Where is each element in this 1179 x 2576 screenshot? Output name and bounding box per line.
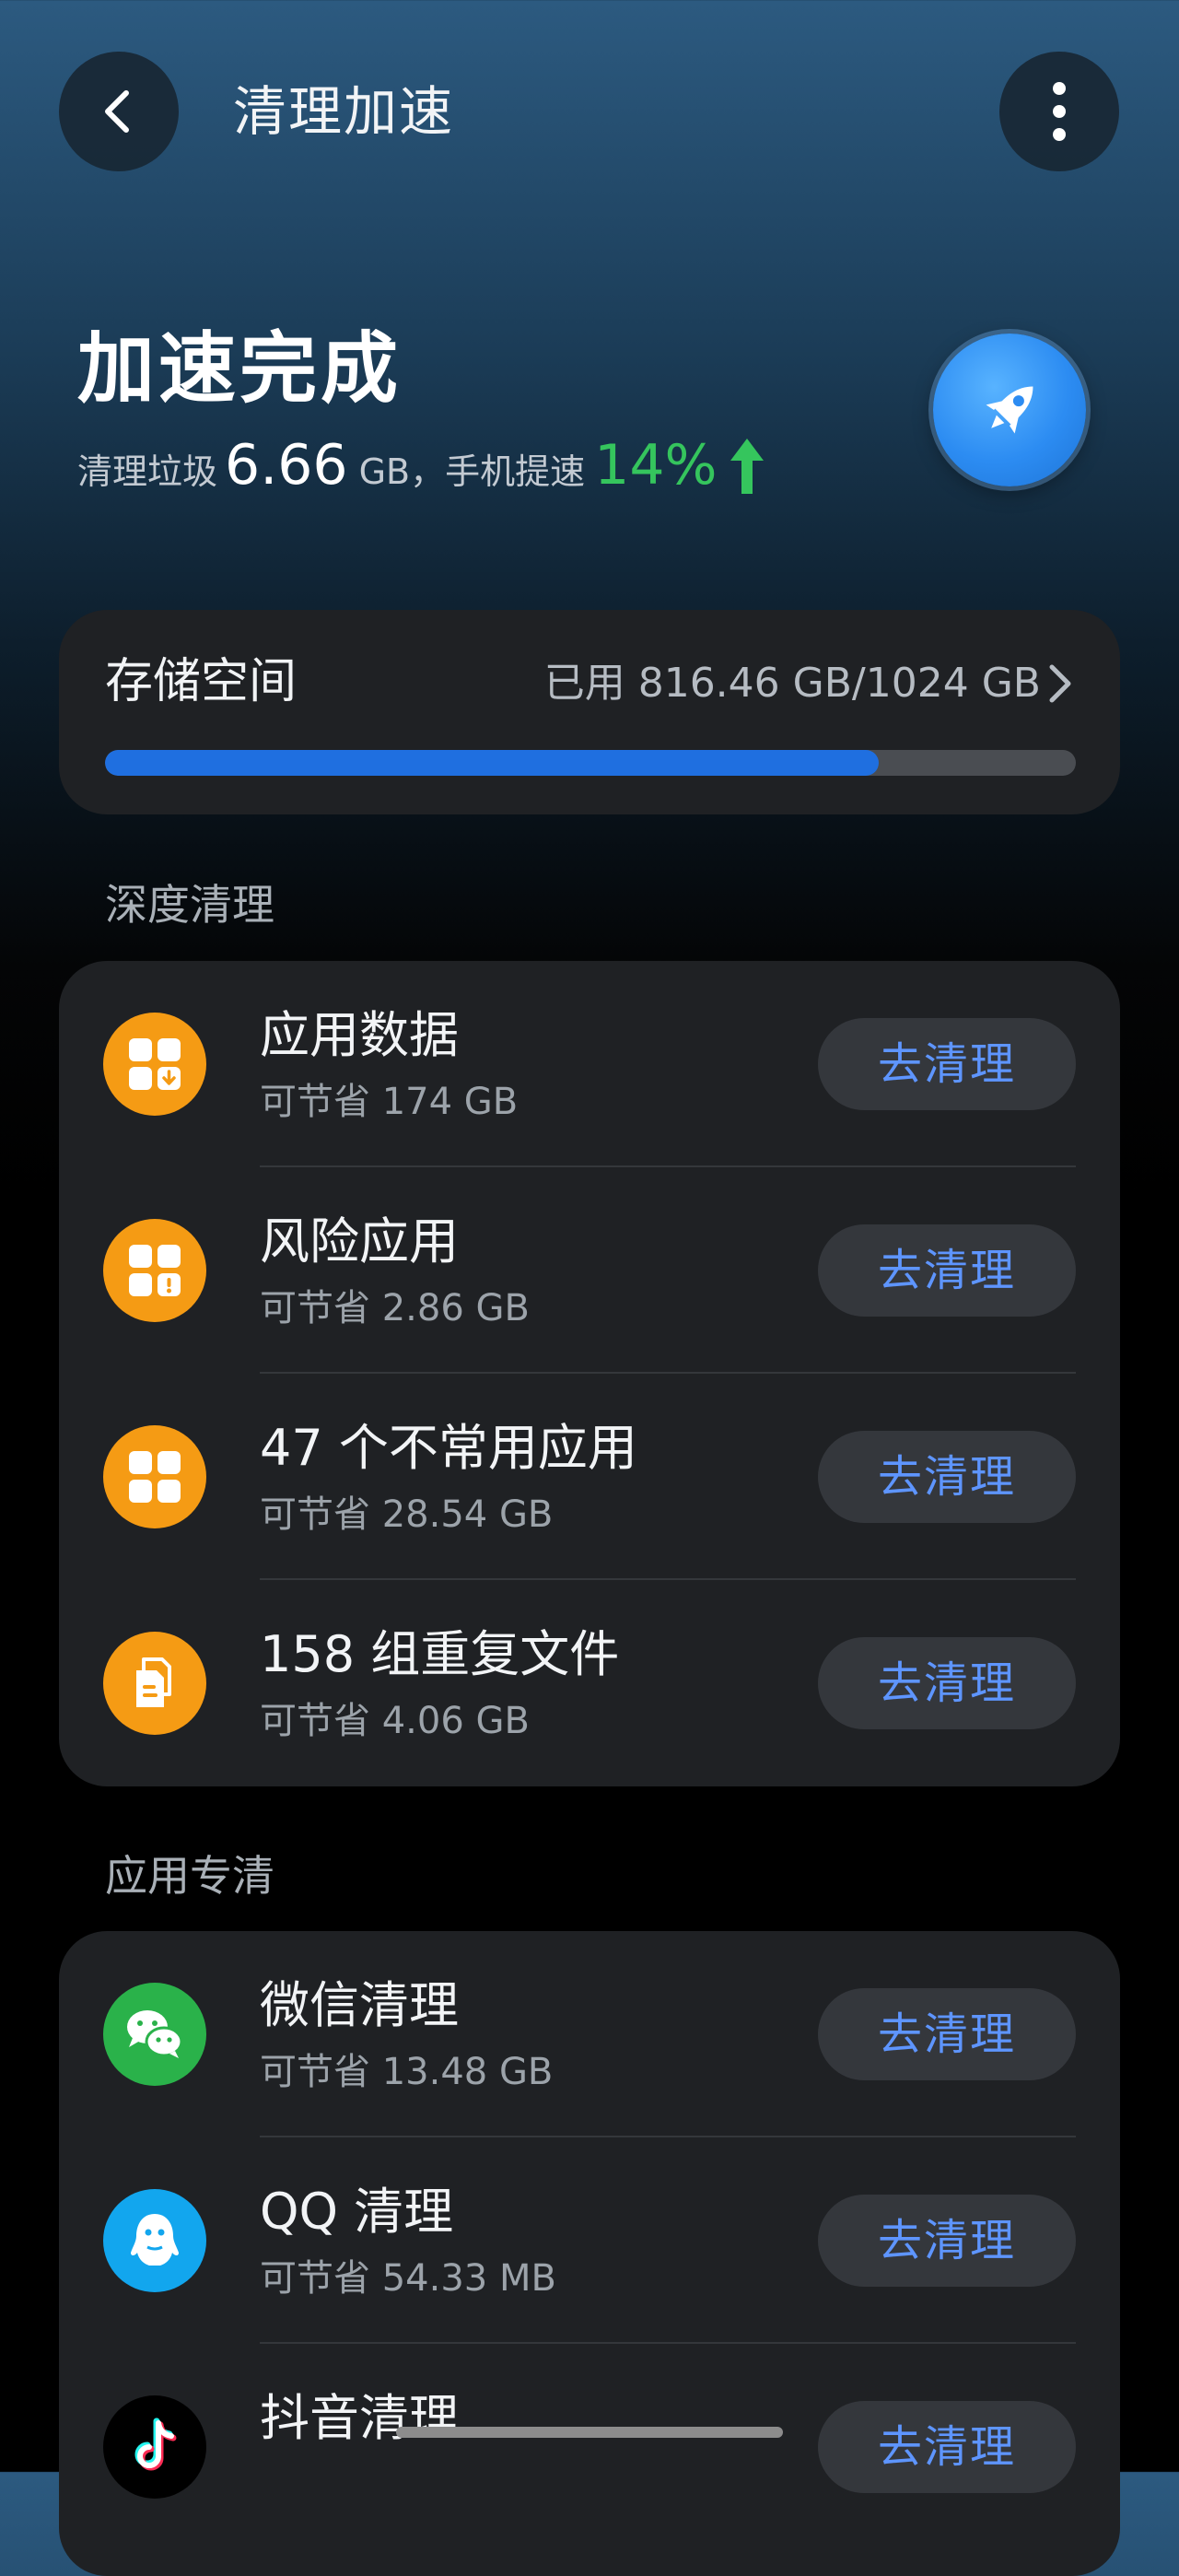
app-clean-card: 微信清理 可节省 13.48 GB 去清理 QQ 清理 可节省 54.33 MB… [59, 1931, 1120, 2576]
chevron-left-icon [105, 90, 129, 133]
arrow-up-icon [729, 437, 765, 504]
cleanup-summary: 清理垃圾 6.66 GB，手机提速 14% [77, 433, 765, 507]
clean-unused-apps-button[interactable]: 去清理 [818, 1431, 1076, 1523]
speedup-percent: 14% [594, 433, 718, 498]
clean-qq-button[interactable]: 去清理 [818, 2195, 1076, 2287]
rocket-badge [933, 334, 1086, 486]
result-title: 加速完成 [77, 323, 403, 414]
item-subtitle: 可节省 54.33 MB [260, 2257, 556, 2300]
item-subtitle: 可节省 2.86 GB [260, 1287, 530, 1329]
page-title: 清理加速 [233, 80, 455, 143]
storage-card[interactable]: 存储空间 已用 816.46 GB/1024 GB [59, 610, 1120, 814]
more-options-button[interactable] [999, 52, 1119, 171]
junk-amount: 6.66 [225, 433, 348, 498]
list-item-douyin[interactable]: 抖音清理 去清理 [59, 2344, 1120, 2550]
app-clean-section-label: 应用专清 [105, 1851, 274, 1901]
wechat-icon [103, 1983, 206, 2086]
list-item-qq[interactable]: QQ 清理 可节省 54.33 MB 去清理 [59, 2137, 1120, 2344]
list-item-app-data[interactable]: 应用数据 可节省 174 GB 去清理 [59, 961, 1120, 1167]
risk-app-icon [103, 1219, 206, 1322]
item-subtitle: 可节省 28.54 GB [260, 1493, 554, 1536]
qq-icon [103, 2189, 206, 2292]
list-item-duplicate-files[interactable]: 158 组重复文件 可节省 4.06 GB 去清理 [59, 1580, 1120, 1786]
item-title: 应用数据 [260, 1006, 459, 1064]
list-item-wechat[interactable]: 微信清理 可节省 13.48 GB 去清理 [59, 1931, 1120, 2137]
item-title: QQ 清理 [260, 2183, 454, 2241]
junk-unit: GB，手机提速 [358, 451, 586, 492]
storage-progress-fill [105, 750, 880, 776]
clean-app-data-button[interactable]: 去清理 [818, 1018, 1076, 1110]
item-title: 抖音清理 [260, 2389, 459, 2447]
item-title: 47 个不常用应用 [260, 1419, 637, 1477]
storage-label: 存储空间 [105, 654, 298, 709]
item-title: 158 组重复文件 [260, 1625, 620, 1683]
tiktok-icon [103, 2395, 206, 2499]
item-subtitle: 可节省 4.06 GB [260, 1700, 530, 1742]
chevron-right-icon [1049, 664, 1071, 703]
clean-wechat-button[interactable]: 去清理 [818, 1988, 1076, 2080]
deep-clean-section-label: 深度清理 [105, 880, 274, 930]
more-vertical-icon [1053, 82, 1066, 141]
app-data-icon [103, 1013, 206, 1116]
list-item-risk-apps[interactable]: 风险应用 可节省 2.86 GB 去清理 [59, 1167, 1120, 1374]
item-subtitle: 可节省 13.48 GB [260, 2051, 554, 2093]
list-item-unused-apps[interactable]: 47 个不常用应用 可节省 28.54 GB 去清理 [59, 1374, 1120, 1580]
storage-progress-bar [105, 750, 1076, 776]
storage-used-text: 已用 816.46 GB/1024 GB [543, 660, 1041, 707]
rocket-icon [986, 386, 1033, 434]
junk-prefix: 清理垃圾 [77, 451, 218, 492]
back-button[interactable] [59, 52, 179, 171]
clean-risk-apps-button[interactable]: 去清理 [818, 1224, 1076, 1317]
item-subtitle: 可节省 174 GB [260, 1081, 519, 1123]
item-title: 微信清理 [260, 1976, 459, 2034]
unused-apps-icon [103, 1425, 206, 1528]
clean-douyin-button[interactable]: 去清理 [818, 2401, 1076, 2493]
clean-duplicate-files-button[interactable]: 去清理 [818, 1637, 1076, 1729]
home-indicator[interactable] [396, 2427, 783, 2438]
duplicate-files-icon [103, 1632, 206, 1735]
deep-clean-card: 应用数据 可节省 174 GB 去清理 风险应用 可节省 2.86 GB 去清理 [59, 961, 1120, 1786]
item-title: 风险应用 [260, 1212, 459, 1270]
